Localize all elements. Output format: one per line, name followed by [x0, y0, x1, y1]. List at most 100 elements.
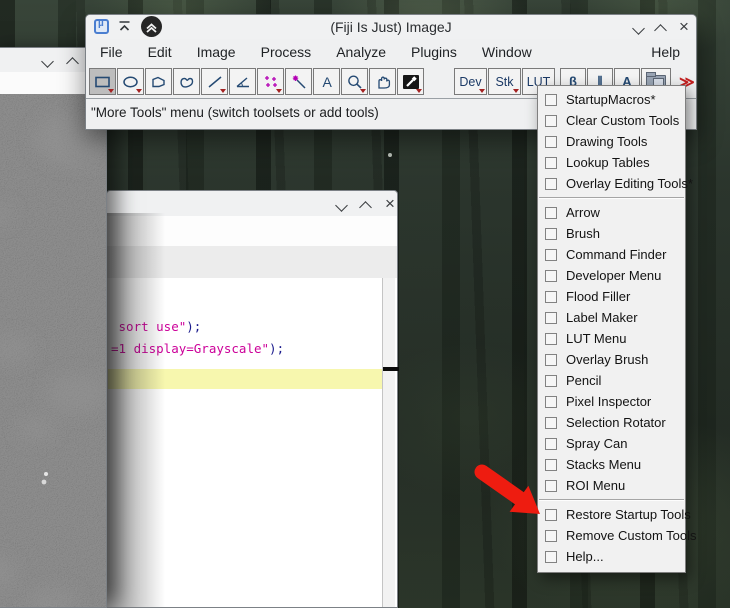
tools-menu-item[interactable]: ROI Menu	[538, 475, 685, 496]
multipoint-tool[interactable]	[257, 68, 284, 95]
tools-menu-item[interactable]: Selection Rotator	[538, 412, 685, 433]
tools-menu-item[interactable]: Overlay Editing Tools*	[538, 173, 685, 194]
wand-tool[interactable]	[285, 68, 312, 95]
tools-menu-item[interactable]: Lookup Tables	[538, 152, 685, 173]
checkbox-icon	[545, 115, 557, 127]
code-string: sort use"	[111, 319, 186, 334]
imagej-titlebar[interactable]: (Fiji Is Just) ImageJ	[86, 15, 696, 40]
checkbox-icon	[545, 530, 557, 542]
tools-menu-item[interactable]: Drawing Tools	[538, 131, 685, 152]
rectangle-tool[interactable]	[89, 68, 116, 95]
minimize-icon[interactable]	[41, 55, 54, 68]
checkbox-icon	[545, 94, 557, 106]
tools-menu-item[interactable]: StartupMacros*	[538, 89, 685, 110]
tools-menu-group-actions: Restore Startup Tools Remove Custom Tool…	[538, 504, 685, 567]
tools-menu-item[interactable]: Pixel Inspector	[538, 391, 685, 412]
dev-label: Dev	[459, 75, 481, 89]
stacks-menu-tool[interactable]: Stk	[488, 68, 521, 95]
code-line: =1 display=Grayscale");	[111, 339, 284, 359]
code-string: =1 display=Grayscale"	[111, 341, 269, 356]
checkbox-icon	[545, 157, 557, 169]
tool-dropdown-icon	[220, 89, 226, 93]
tools-menu-item[interactable]: Clear Custom Tools	[538, 110, 685, 131]
menubar-items: File Edit Image Process Analyze Plugins Window	[100, 44, 532, 60]
freehand-tool[interactable]	[173, 68, 200, 95]
tools-menu-item[interactable]: Command Finder	[538, 244, 685, 265]
maximize-icon[interactable]	[66, 57, 79, 70]
window-title: (Fiji Is Just) ImageJ	[86, 19, 696, 35]
checkbox-icon	[545, 270, 557, 282]
oval-tool[interactable]	[117, 68, 144, 95]
text-tool[interactable]: A	[313, 68, 340, 95]
checkbox-icon	[545, 333, 557, 345]
tools-menu-item[interactable]: Stacks Menu	[538, 454, 685, 475]
editor-scrollbar[interactable]	[382, 278, 395, 607]
desktop: sort use"); =1 display=Grayscale");	[0, 0, 730, 608]
checkbox-icon	[545, 375, 557, 387]
more-tools-menu: StartupMacros* Clear Custom Tools Drawin…	[537, 85, 686, 573]
tools-menu-item[interactable]: Flood Filler	[538, 286, 685, 307]
grayscale-noise-image	[0, 94, 106, 607]
code-punct: );	[269, 341, 284, 356]
checkbox-icon	[545, 417, 557, 429]
tool-dropdown-icon	[276, 89, 282, 93]
maximize-icon[interactable]	[359, 201, 372, 214]
tools-menu-item[interactable]: Restore Startup Tools	[538, 504, 685, 525]
close-icon[interactable]	[679, 22, 689, 32]
menu-separator	[539, 499, 684, 501]
status-text: "More Tools" menu (switch toolsets or ad…	[91, 105, 379, 120]
line-tool[interactable]	[201, 68, 228, 95]
checkbox-icon	[545, 291, 557, 303]
tools-menu-group-toolsets: StartupMacros* Clear Custom Tools Drawin…	[538, 89, 685, 194]
polygon-tool[interactable]	[145, 68, 172, 95]
minimize-icon[interactable]	[335, 199, 348, 212]
menubar-item[interactable]: Plugins	[411, 44, 457, 60]
tools-menu-item[interactable]: Spray Can	[538, 433, 685, 454]
tools-menu-item[interactable]: LUT Menu	[538, 328, 685, 349]
tool-dropdown-icon	[108, 89, 114, 93]
dust-speck	[388, 153, 392, 157]
tools-menu-item[interactable]: Help...	[538, 546, 685, 567]
scroll-position-marker	[383, 367, 399, 371]
menubar-item[interactable]: Process	[261, 44, 312, 60]
menubar-item[interactable]: Analyze	[336, 44, 386, 60]
editor-titlebar[interactable]	[107, 191, 397, 217]
image-window	[0, 47, 107, 608]
angle-tool[interactable]	[229, 68, 256, 95]
tools-menu-item[interactable]: Brush	[538, 223, 685, 244]
dev-menu-tool[interactable]: Dev	[454, 68, 487, 95]
color-picker-tool[interactable]	[397, 68, 424, 95]
tool-dropdown-icon	[513, 89, 519, 93]
tools-menu-item[interactable]: Pencil	[538, 370, 685, 391]
menubar-item[interactable]: Image	[197, 44, 236, 60]
editor-menubar	[107, 216, 397, 247]
script-editor-window: sort use"); =1 display=Grayscale");	[106, 190, 398, 608]
zoom-tool[interactable]	[341, 68, 368, 95]
hand-tool[interactable]	[369, 68, 396, 95]
tool-dropdown-icon	[479, 89, 485, 93]
close-icon[interactable]	[385, 199, 395, 209]
menubar-item-help[interactable]: Help	[651, 44, 680, 60]
code-line: sort use");	[111, 317, 201, 337]
checkbox-icon	[545, 178, 557, 190]
tools-menu-item[interactable]: Remove Custom Tools	[538, 525, 685, 546]
checkbox-icon	[545, 354, 557, 366]
menubar-item[interactable]: Window	[482, 44, 532, 60]
stk-label: Stk	[495, 75, 513, 89]
menubar-item[interactable]: File	[100, 44, 123, 60]
tool-dropdown-icon	[360, 89, 366, 93]
tools-menu-item[interactable]: Label Maker	[538, 307, 685, 328]
tools-menu-group-tools: Arrow Brush Command Finder Developer Men…	[538, 202, 685, 496]
menu-separator	[539, 197, 684, 199]
tool-dropdown-icon	[416, 89, 422, 93]
code-punct: );	[186, 319, 201, 334]
grayscale-image-canvas[interactable]	[0, 94, 106, 607]
code-editor-area[interactable]: sort use"); =1 display=Grayscale");	[107, 278, 397, 607]
tools-menu-item[interactable]: Overlay Brush	[538, 349, 685, 370]
tool-dropdown-icon	[136, 89, 142, 93]
tools-menu-item[interactable]: Developer Menu	[538, 265, 685, 286]
tools-menu-item[interactable]: Arrow	[538, 202, 685, 223]
checkbox-icon	[545, 396, 557, 408]
menubar-item[interactable]: Edit	[148, 44, 172, 60]
checkbox-icon	[545, 249, 557, 261]
